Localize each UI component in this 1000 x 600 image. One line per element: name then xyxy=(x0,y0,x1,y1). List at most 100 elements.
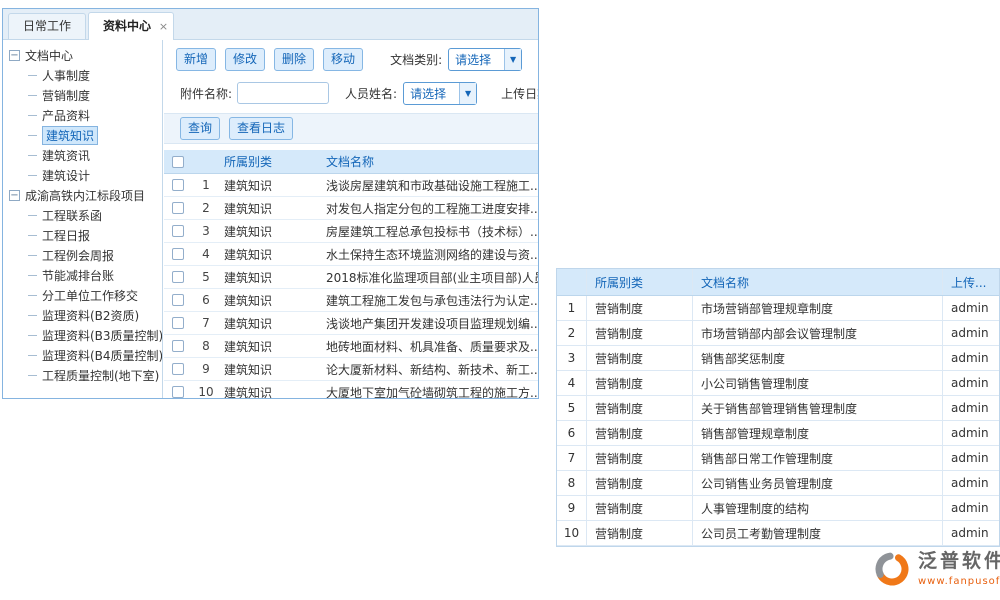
tree-item[interactable]: 监理资料(B3质量控制) xyxy=(3,325,162,345)
table-row[interactable]: 6 建筑知识 建筑工程施工发包与承包违法行为认定... xyxy=(164,289,538,312)
row-checkbox[interactable] xyxy=(172,225,184,237)
row-checkbox[interactable] xyxy=(172,294,184,306)
tree-item[interactable]: 工程例会周报 xyxy=(3,245,162,265)
tree-item[interactable]: 产品资料 xyxy=(3,105,162,125)
tree-dash-icon xyxy=(28,355,37,356)
tree-item-label: 工程联系函 xyxy=(42,207,102,224)
tree-item[interactable]: 营销制度 xyxy=(3,85,162,105)
row-category: 建筑知识 xyxy=(220,246,322,263)
tree-item-label: 人事制度 xyxy=(42,67,90,84)
row-checkbox[interactable] xyxy=(172,271,184,283)
collapse-icon[interactable]: − xyxy=(9,50,20,61)
table-row[interactable]: 2 建筑知识 对发包人指定分包的工程施工进度安排... xyxy=(164,197,538,220)
row-number: 8 xyxy=(192,339,220,353)
table-row[interactable]: 4 建筑知识 水土保持生态环境监测网络的建设与资... xyxy=(164,243,538,266)
tree-group-doc-center[interactable]: − 文档中心 xyxy=(3,45,162,65)
tree-dash-icon xyxy=(28,315,37,316)
table-row[interactable]: 1 建筑知识 浅谈房屋建筑和市政基础设施工程施工... xyxy=(164,174,538,197)
tree-item[interactable]: 工程质量控制(地下室) xyxy=(3,365,162,385)
row-checkbox[interactable] xyxy=(172,202,184,214)
attachment-name-input[interactable] xyxy=(237,82,329,104)
action-row: 查询 查看日志 xyxy=(164,113,538,144)
delete-button[interactable]: 删除 xyxy=(274,48,314,71)
header-number xyxy=(557,269,587,295)
header-doc-name: 文档名称 xyxy=(693,269,943,295)
table-row[interactable]: 3 营销制度 销售部奖惩制度 admin xyxy=(557,346,999,371)
tree-item-label: 产品资料 xyxy=(42,107,90,124)
close-icon[interactable]: × xyxy=(159,13,168,40)
table-row[interactable]: 7 建筑知识 浅谈地产集团开发建设项目监理规划编... xyxy=(164,312,538,335)
row-doc-name: 销售部管理规章制度 xyxy=(693,421,943,445)
tree-dash-icon xyxy=(28,155,37,156)
row-category: 营销制度 xyxy=(587,421,693,445)
table-row[interactable]: 4 营销制度 小公司销售管理制度 admin xyxy=(557,371,999,396)
tree-group-project[interactable]: − 成渝高铁内江标段项目 xyxy=(3,185,162,205)
row-uploader: admin xyxy=(943,371,999,395)
table-row[interactable]: 1 营销制度 市场营销部管理规章制度 admin xyxy=(557,296,999,321)
tree-item[interactable]: 监理资料(B2资质) xyxy=(3,305,162,325)
row-category: 营销制度 xyxy=(587,371,693,395)
table-row[interactable]: 5 建筑知识 2018标准化监理项目部(业主项目部)人员... xyxy=(164,266,538,289)
row-checkbox[interactable] xyxy=(172,386,184,398)
view-log-button[interactable]: 查看日志 xyxy=(229,117,293,140)
select-all-checkbox[interactable] xyxy=(172,156,184,168)
modify-button[interactable]: 修改 xyxy=(225,48,265,71)
table-row[interactable]: 8 建筑知识 地砖地面材料、机具准备、质量要求及... xyxy=(164,335,538,358)
row-number: 6 xyxy=(192,293,220,307)
tree-item-selected[interactable]: 建筑知识 xyxy=(3,125,162,145)
toolbar: 新增 修改 删除 移动 文档类别: 请选择 ▼ 文档 xyxy=(164,47,538,71)
row-category: 建筑知识 xyxy=(220,315,322,332)
query-button[interactable]: 查询 xyxy=(180,117,220,140)
select-value: 请选择 xyxy=(404,85,459,102)
tree-item[interactable]: 分工单位工作移交 xyxy=(3,285,162,305)
table-row[interactable]: 8 营销制度 公司销售业务员管理制度 admin xyxy=(557,471,999,496)
table-row[interactable]: 2 营销制度 市场营销部内部会议管理制度 admin xyxy=(557,321,999,346)
row-category: 营销制度 xyxy=(587,496,693,520)
tree-item[interactable]: 人事制度 xyxy=(3,65,162,85)
table-row[interactable]: 10 建筑知识 大厦地下室加气砼墙砌筑工程的施工方... xyxy=(164,381,538,398)
document-table: 所属别类 文档名称 1 建筑知识 浅谈房屋建筑和市政基础设施工程施工... 2 … xyxy=(164,150,538,398)
header-category: 所属别类 xyxy=(587,269,693,295)
table-row[interactable]: 9 建筑知识 论大厦新材料、新结构、新技术、新工... xyxy=(164,358,538,381)
doc-category-select[interactable]: 请选择 ▼ xyxy=(448,48,522,71)
move-button[interactable]: 移动 xyxy=(323,48,363,71)
tab-data-center[interactable]: 资料中心 × xyxy=(88,12,174,40)
row-checkbox[interactable] xyxy=(172,363,184,375)
tree-group-label: 成渝高铁内江标段项目 xyxy=(25,187,145,204)
tree-item-label: 监理资料(B3质量控制) xyxy=(42,327,163,344)
tab-daily-work[interactable]: 日常工作 xyxy=(8,13,86,39)
tree-item[interactable]: 工程日报 xyxy=(3,225,162,245)
row-category: 建筑知识 xyxy=(220,223,322,240)
tree-item[interactable]: 建筑设计 xyxy=(3,165,162,185)
tree-item-label: 工程例会周报 xyxy=(42,247,114,264)
row-checkbox[interactable] xyxy=(172,340,184,352)
tree-item[interactable]: 监理资料(B4质量控制) xyxy=(3,345,162,365)
row-checkbox[interactable] xyxy=(172,317,184,329)
table-row[interactable]: 5 营销制度 关于销售部管理销售管理制度 admin xyxy=(557,396,999,421)
tree-item[interactable]: 工程联系函 xyxy=(3,205,162,225)
row-number: 10 xyxy=(192,385,220,398)
row-number: 3 xyxy=(192,224,220,238)
table-row[interactable]: 10 营销制度 公司员工考勤管理制度 admin xyxy=(557,521,999,546)
collapse-icon[interactable]: − xyxy=(9,190,20,201)
row-number: 9 xyxy=(192,362,220,376)
add-button[interactable]: 新增 xyxy=(176,48,216,71)
row-uploader: admin xyxy=(943,321,999,345)
table-row[interactable]: 6 营销制度 销售部管理规章制度 admin xyxy=(557,421,999,446)
row-category: 建筑知识 xyxy=(220,361,322,378)
row-checkbox[interactable] xyxy=(172,179,184,191)
header-uploader: 上传... xyxy=(943,269,999,295)
row-uploader: admin xyxy=(943,421,999,445)
row-uploader: admin xyxy=(943,396,999,420)
table-row[interactable]: 7 营销制度 销售部日常工作管理制度 admin xyxy=(557,446,999,471)
row-number: 7 xyxy=(192,316,220,330)
tree-dash-icon xyxy=(28,135,37,136)
person-name-select[interactable]: 请选择 ▼ xyxy=(403,82,477,105)
row-category: 营销制度 xyxy=(587,521,693,545)
tree-item[interactable]: 节能减排台账 xyxy=(3,265,162,285)
row-doc-name: 房屋建筑工程总承包投标书（技术标）... xyxy=(322,223,538,240)
table-row[interactable]: 9 营销制度 人事管理制度的结构 admin xyxy=(557,496,999,521)
table-row[interactable]: 3 建筑知识 房屋建筑工程总承包投标书（技术标）... xyxy=(164,220,538,243)
tree-item[interactable]: 建筑资讯 xyxy=(3,145,162,165)
row-checkbox[interactable] xyxy=(172,248,184,260)
